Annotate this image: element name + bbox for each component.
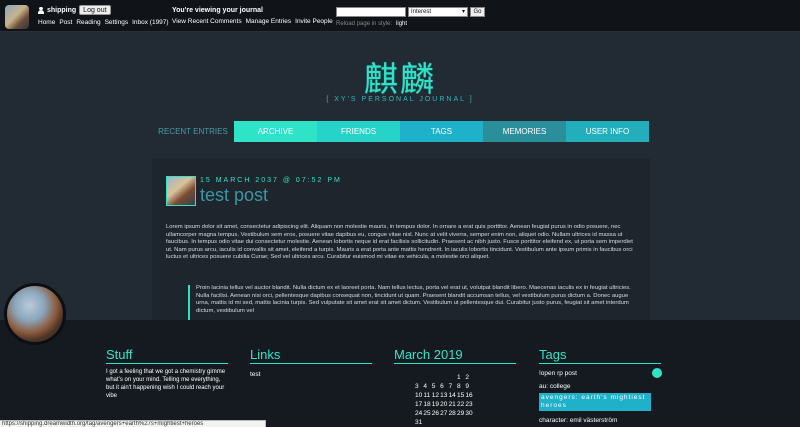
- tab-friends[interactable]: FRIENDS: [317, 121, 400, 142]
- calendar-day[interactable]: 22: [457, 401, 465, 408]
- calendar-day[interactable]: 11: [423, 392, 431, 399]
- calendar-day[interactable]: 20: [440, 401, 448, 408]
- calendar-day[interactable]: 17: [415, 401, 423, 408]
- calendar-day[interactable]: 5: [432, 383, 440, 390]
- nav-home-link[interactable]: Home: [38, 19, 55, 26]
- calendar-day[interactable]: 24: [415, 410, 423, 417]
- recent-comments-link[interactable]: View Recent Comments: [172, 18, 242, 25]
- search-type-select[interactable]: Interest ▾: [408, 7, 468, 17]
- tab-recent-entries[interactable]: RECENT ENTRIES: [152, 121, 234, 142]
- tab-archive[interactable]: ARCHIVE: [234, 121, 317, 142]
- nav-settings-link[interactable]: Settings: [105, 19, 129, 26]
- tab-tags[interactable]: TAGS: [400, 121, 483, 142]
- calendar-blank: [440, 374, 448, 381]
- journal-title: 麒麟: [364, 60, 436, 100]
- tags-heading: Tags: [539, 347, 661, 364]
- reload-style-row: Reload page in style: light: [336, 21, 485, 27]
- search-area: Interest ▾ Go Reload page in style: light: [336, 7, 485, 27]
- scroll-indicator[interactable]: [652, 368, 662, 378]
- viewing-title: You're viewing your journal: [172, 7, 263, 14]
- calendar-day[interactable]: 31: [415, 419, 423, 426]
- chevron-down-icon: ▾: [461, 9, 465, 15]
- calendar-day[interactable]: 25: [423, 410, 431, 417]
- calendar-day[interactable]: 23: [465, 401, 473, 408]
- tab-user-info[interactable]: USER INFO: [566, 121, 649, 142]
- links-item[interactable]: test: [250, 371, 372, 378]
- user-avatar-small[interactable]: [5, 5, 29, 29]
- tag-item[interactable]: au: college: [539, 383, 651, 390]
- stuff-text: I got a feeling that we got a chemistry …: [106, 369, 226, 399]
- entry-date[interactable]: 15 MARCH 2037 @ 07:52 PM: [200, 177, 342, 184]
- reload-style-label: Reload page in style:: [336, 21, 393, 27]
- calendar-blank: [432, 374, 440, 381]
- journal-entry: 15 MARCH 2037 @ 07:52 PM test post Lorem…: [152, 158, 650, 320]
- calendar-day[interactable]: 26: [432, 410, 440, 417]
- calendar-day[interactable]: 12: [432, 392, 440, 399]
- profile-avatar: [4, 283, 66, 345]
- style-light-link[interactable]: light: [396, 21, 407, 27]
- username[interactable]: shipping: [47, 7, 76, 14]
- calendar-blank: [423, 374, 431, 381]
- calendar-day[interactable]: 27: [440, 410, 448, 417]
- logout-button[interactable]: Log out: [79, 5, 111, 15]
- search-input[interactable]: [336, 7, 406, 17]
- calendar-day[interactable]: 4: [423, 383, 431, 390]
- stuff-module: Stuff I got a feeling that we got a chem…: [106, 347, 228, 400]
- calendar-day[interactable]: 13: [440, 392, 448, 399]
- go-button[interactable]: Go: [470, 7, 485, 17]
- links-module: Links test: [250, 347, 372, 378]
- stuff-heading: Stuff: [106, 347, 228, 364]
- manage-entries-link[interactable]: Manage Entries: [246, 18, 292, 25]
- calendar-day[interactable]: 30: [465, 410, 473, 417]
- calendar-day[interactable]: 18: [423, 401, 431, 408]
- calendar-day[interactable]: 3: [415, 383, 423, 390]
- search-type-value: Interest: [411, 9, 432, 15]
- calendar-day[interactable]: 19: [432, 401, 440, 408]
- user-block: shipping Log out Home Post Reading Setti…: [38, 5, 169, 26]
- tag-item[interactable]: !open rp post: [539, 370, 651, 377]
- calendar-day[interactable]: 16: [465, 392, 473, 399]
- entry-title[interactable]: test post: [200, 185, 268, 206]
- nav-reading-link[interactable]: Reading: [76, 19, 100, 26]
- journal-subtitle: [ XY'S PERSONAL JOURNAL ]: [326, 96, 474, 103]
- calendar-module: March 2019 1 2 3 4 5 6 7 8 9 10 11 12 13 14 15 16 17 18 19…: [394, 347, 516, 426]
- invite-people-link[interactable]: Invite People: [295, 18, 333, 25]
- tags-module: Tags !open rp post au: college avengers:…: [539, 347, 661, 424]
- journal-nav-tabs: RECENT ENTRIES ARCHIVE FRIENDS TAGS MEMO…: [152, 121, 649, 142]
- calendar-day[interactable]: 21: [449, 401, 457, 408]
- calendar-day[interactable]: 7: [449, 383, 457, 390]
- entry-blockquote: Proin lacinia tellus vel auctor blandit.…: [188, 285, 636, 320]
- calendar-heading[interactable]: March 2019: [394, 347, 516, 364]
- entry-avatar[interactable]: [166, 176, 196, 206]
- calendar-day[interactable]: 9: [465, 383, 473, 390]
- calendar-day[interactable]: 10: [415, 392, 423, 399]
- viewing-journal-block: You're viewing your journal View Recent …: [172, 7, 333, 25]
- nav-post-link[interactable]: Post: [59, 19, 72, 26]
- calendar-blank: [415, 374, 423, 381]
- calendar-day[interactable]: 28: [449, 410, 457, 417]
- calendar-blank: [449, 374, 457, 381]
- user-icon: [38, 6, 44, 14]
- tab-memories[interactable]: MEMORIES: [483, 121, 566, 142]
- nav-inbox-link[interactable]: Inbox (1997): [132, 19, 169, 26]
- top-nav-bar: shipping Log out Home Post Reading Setti…: [0, 0, 800, 32]
- calendar-day[interactable]: 15: [457, 392, 465, 399]
- calendar-day[interactable]: 6: [440, 383, 448, 390]
- links-heading: Links: [250, 347, 372, 364]
- tag-item[interactable]: character: emil västerström: [539, 417, 651, 424]
- calendar-grid: 1 2 3 4 5 6 7 8 9 10 11 12 13 14 15 16 17 18 19 20 21 22 23 24 2…: [415, 374, 516, 426]
- status-bar-url: https://shipping.dreamwidth.org/tag/aven…: [0, 420, 266, 427]
- entry-body: Lorem ipsum dolor sit amet, consectetur …: [166, 224, 633, 261]
- calendar-day[interactable]: 2: [465, 374, 473, 381]
- calendar-day[interactable]: 29: [457, 410, 465, 417]
- calendar-day[interactable]: 8: [457, 383, 465, 390]
- tag-item-selected[interactable]: avengers: earth's mightiest heroes: [539, 393, 651, 411]
- calendar-day[interactable]: 14: [449, 392, 457, 399]
- calendar-day[interactable]: 1: [457, 374, 465, 381]
